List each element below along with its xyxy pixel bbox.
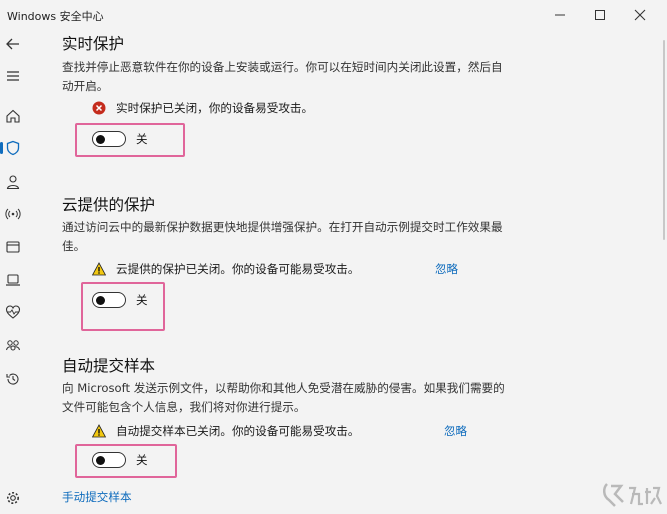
toggle-highlight xyxy=(81,282,165,331)
toggle-state-label: 关 xyxy=(136,453,148,467)
toggle-highlight xyxy=(75,444,177,478)
nav-home[interactable] xyxy=(3,106,23,126)
section-description: 查找并停止恶意软件在你的设备上安装或运行。你可以在短时间内关闭此设置，然后自动开… xyxy=(62,60,503,93)
section-description: 向 Microsoft 发送示例文件，以帮助你和其他人免受潜在威胁的侵害。如果我… xyxy=(62,381,505,414)
toggle-state-label: 关 xyxy=(136,293,148,307)
wireless-icon xyxy=(5,208,21,220)
warning-icon xyxy=(92,262,106,276)
sidebar xyxy=(0,30,26,514)
toggle-knob xyxy=(96,134,105,144)
home-icon xyxy=(6,109,20,123)
shield-icon xyxy=(6,140,20,156)
laptop-icon xyxy=(6,274,20,286)
status-text: 自动提交样本已关闭。你的设备可能易受攻击。 xyxy=(116,424,360,438)
nav-protection-history[interactable] xyxy=(3,369,23,389)
nav-family-options[interactable] xyxy=(3,336,23,356)
nav-app-browser-control[interactable] xyxy=(3,237,23,257)
toggle-knob xyxy=(96,455,105,465)
warning-icon xyxy=(92,424,106,438)
hamburger-icon xyxy=(7,71,19,81)
nav-settings[interactable] xyxy=(3,488,23,508)
dismiss-link[interactable]: 忽略 xyxy=(444,423,467,439)
error-icon xyxy=(92,101,106,115)
dismiss-link[interactable]: 忽略 xyxy=(435,261,458,277)
heart-pulse-icon xyxy=(5,305,21,319)
nav-account-protection[interactable] xyxy=(3,172,23,192)
browser-window-icon xyxy=(6,241,20,253)
section-title-cloud-protection: 云提供的保护 xyxy=(62,196,156,214)
status-text: 云提供的保护已关闭。你的设备可能易受攻击。 xyxy=(116,262,360,276)
back-arrow-icon xyxy=(6,38,19,50)
family-icon xyxy=(6,340,20,351)
nav-device-performance[interactable] xyxy=(3,302,23,322)
person-icon xyxy=(6,175,20,190)
section-title-realtime-protection: 实时保护 xyxy=(62,35,125,53)
cloud-protection-toggle[interactable] xyxy=(92,292,126,308)
nav-virus-protection[interactable] xyxy=(0,138,23,158)
manual-submit-link[interactable]: 手动提交样本 xyxy=(62,489,132,505)
toggle-state-label: 关 xyxy=(136,132,148,146)
status-text: 实时保护已关闭，你的设备易受攻击。 xyxy=(116,101,314,115)
toggle-knob xyxy=(96,295,105,305)
nav-firewall[interactable] xyxy=(3,204,23,224)
main-content: 实时保护 查找并停止恶意软件在你的设备上安装或运行。你可以在短时间内关闭此设置，… xyxy=(30,0,667,514)
back-button[interactable] xyxy=(3,34,23,54)
watermark-logo xyxy=(603,483,662,507)
section-description: 通过访问云中的最新保护数据更快地提供增强保护。在打开自动示例提交时工作效果最佳。 xyxy=(62,220,503,253)
sample-submission-toggle[interactable] xyxy=(92,452,126,468)
realtime-protection-toggle[interactable] xyxy=(92,131,126,147)
scrollbar[interactable] xyxy=(663,40,665,240)
menu-button[interactable] xyxy=(3,66,23,86)
section-title-sample-submission: 自动提交样本 xyxy=(62,357,156,375)
gear-icon xyxy=(7,492,19,504)
history-icon xyxy=(6,373,19,385)
nav-device-security[interactable] xyxy=(3,270,23,290)
